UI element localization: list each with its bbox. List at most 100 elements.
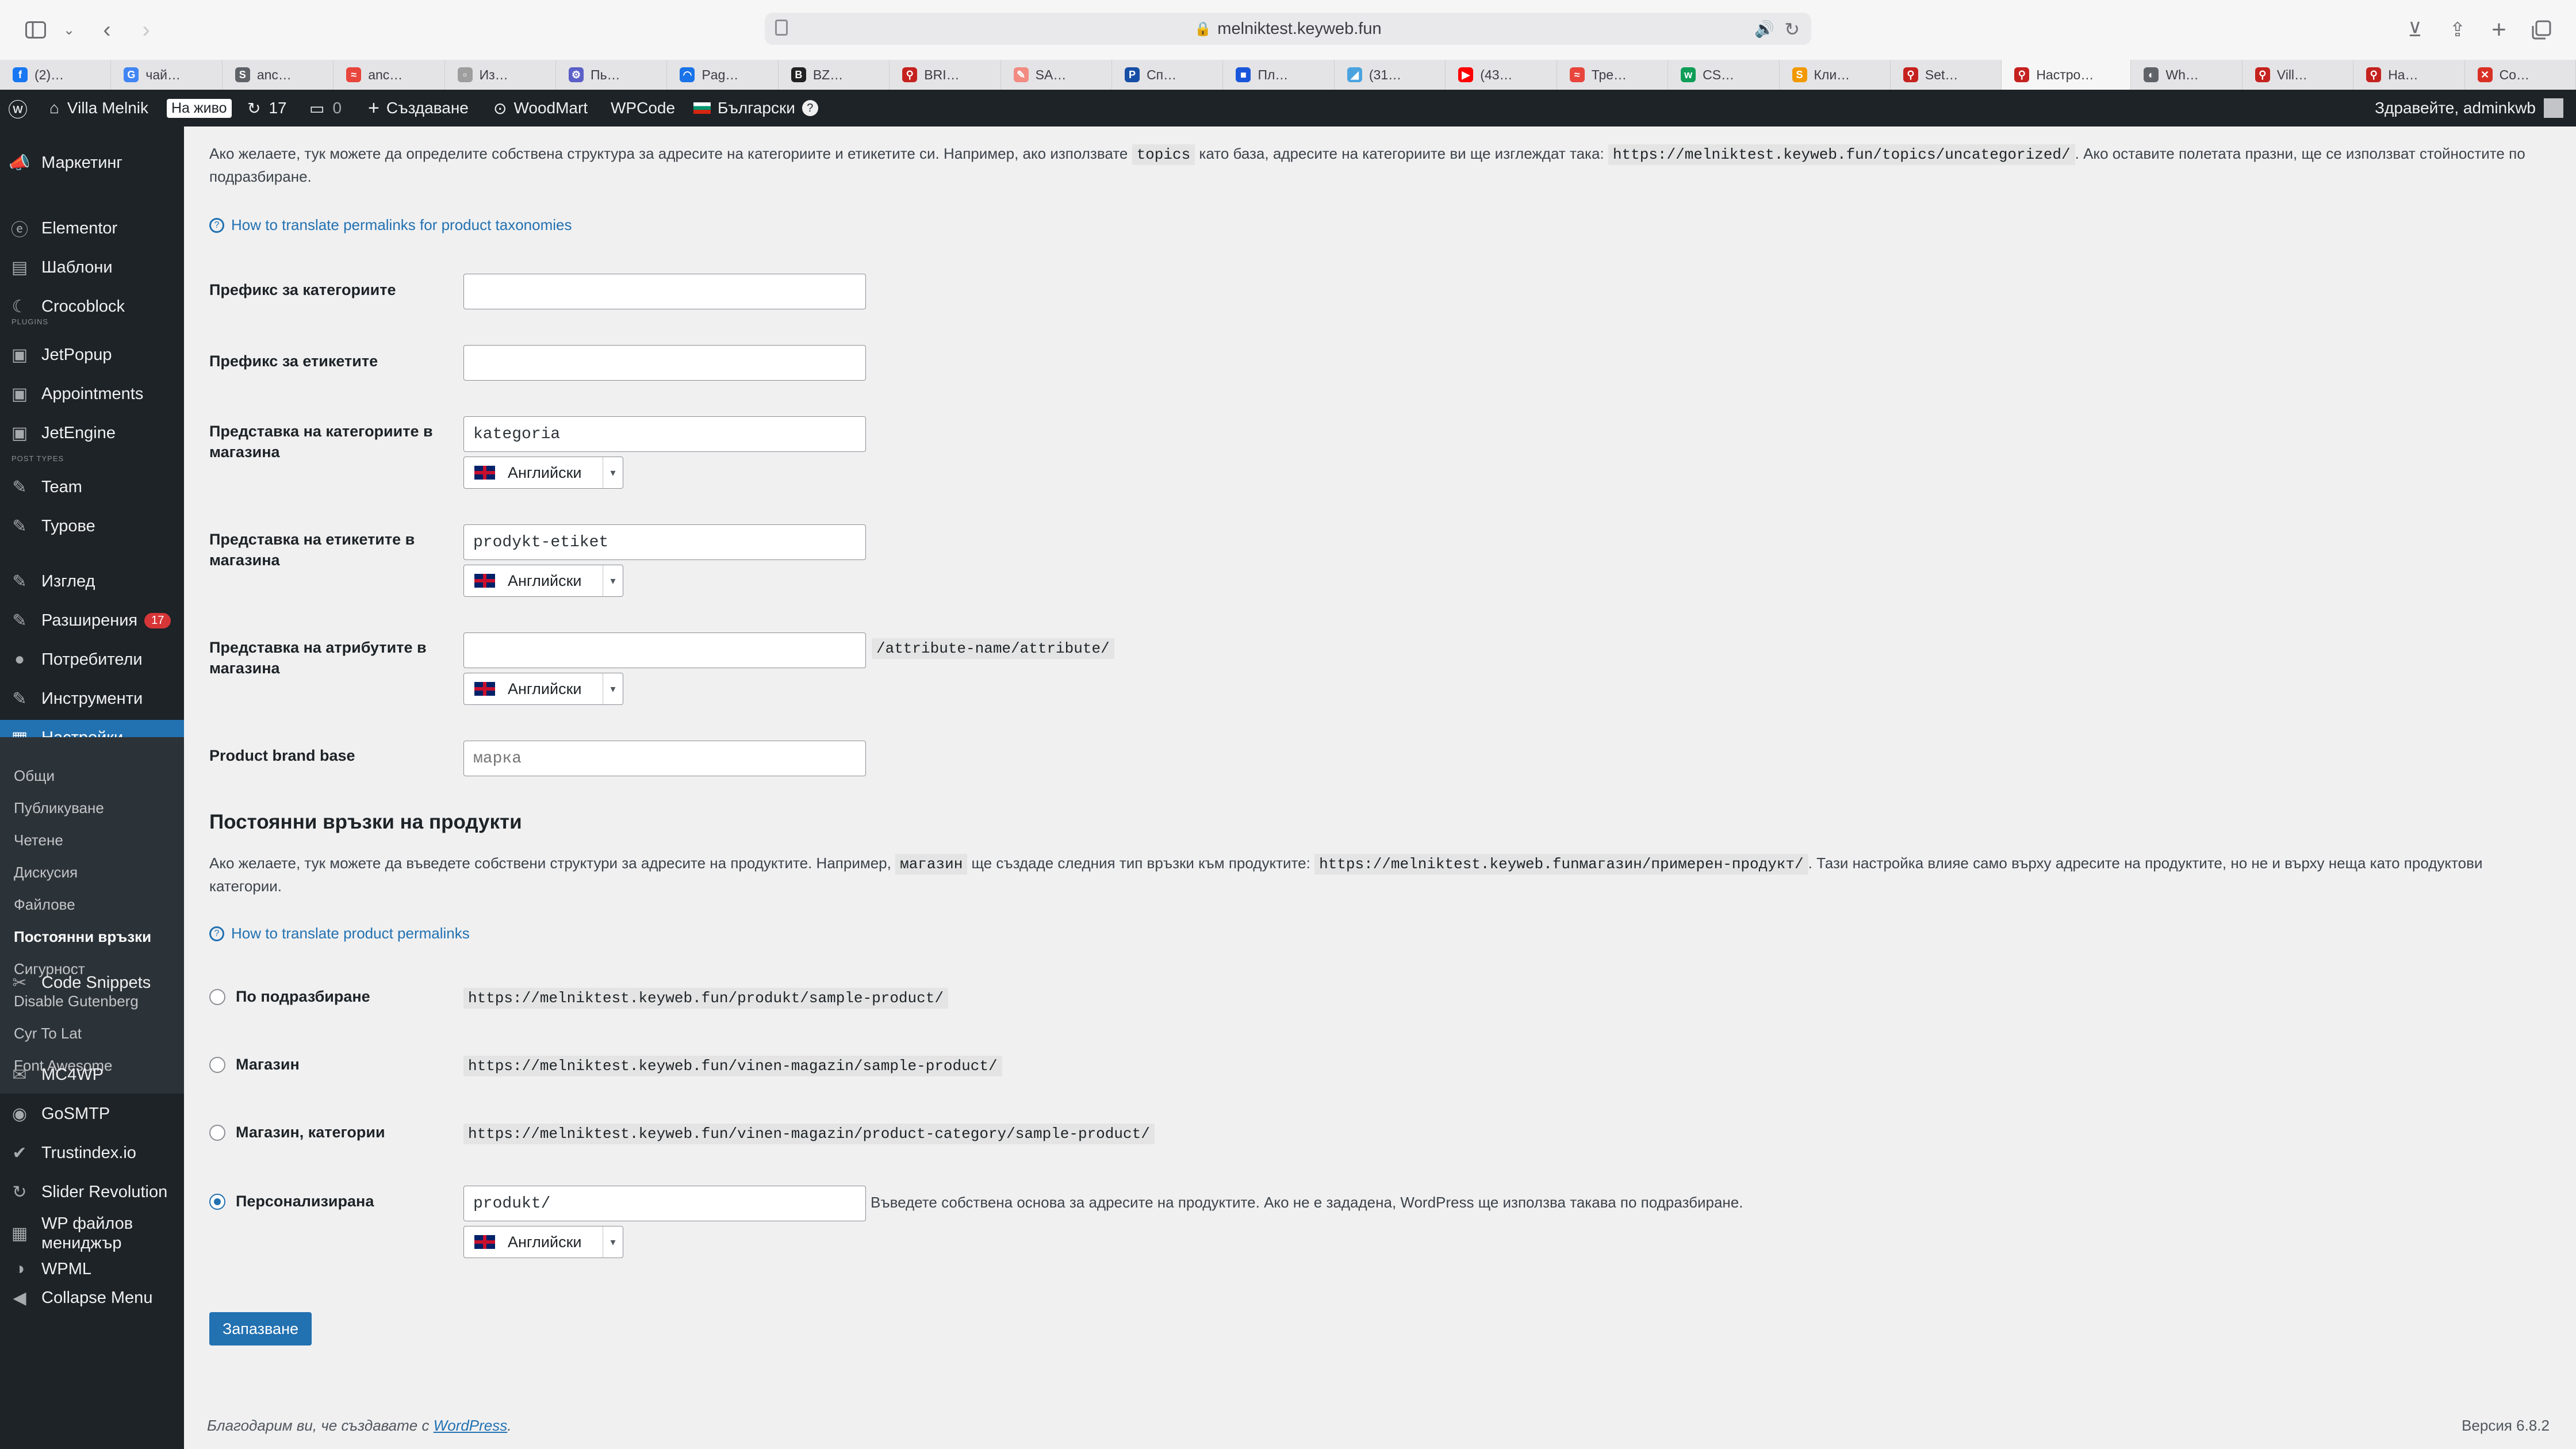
permalink-option-shop-category[interactable]: Магазин, категории — [209, 1124, 385, 1141]
product-help-link[interactable]: ? How to translate product permalinks — [209, 925, 470, 942]
product-category-language-select[interactable]: Английски ▾ — [463, 457, 623, 489]
new-content-link[interactable]: + Създаване — [368, 90, 469, 126]
updates-link[interactable]: ↻ 17 — [247, 90, 287, 126]
sidebar-item[interactable]: ✉ MC4WP — [0, 1057, 184, 1092]
sidebar-item[interactable]: ✎ Инструменти — [0, 681, 184, 716]
browser-tab[interactable]: ⚲ Настро… — [2002, 60, 2132, 90]
browser-tab[interactable]: ✕ Co… — [2465, 60, 2576, 90]
new-tab-icon[interactable]: + — [2483, 14, 2515, 46]
product-category-base-input[interactable] — [463, 416, 866, 452]
browser-tab[interactable]: w CS… — [1668, 60, 1780, 90]
product-attribute-base-input[interactable] — [463, 632, 866, 668]
category-prefix-input[interactable] — [463, 274, 866, 309]
tab-favicon-icon: ▫ — [457, 67, 473, 82]
browser-tab[interactable]: ⚲ BRI… — [890, 60, 1001, 90]
wordpress-link[interactable]: WordPress — [434, 1417, 508, 1434]
radio-shop[interactable] — [209, 1056, 225, 1073]
browser-tab[interactable]: ⚲ На… — [2353, 60, 2465, 90]
browser-tab[interactable]: ◐ Wh… — [2131, 60, 2242, 90]
sidebar-item[interactable]: ✎ Разширения 17 — [0, 603, 184, 638]
radio-default[interactable] — [209, 988, 225, 1005]
sidebar-item[interactable]: ↻ Slider Revolution — [0, 1174, 184, 1210]
product-tag-language-select[interactable]: Английски ▾ — [463, 565, 623, 597]
browser-tab[interactable]: S Кли… — [1780, 60, 1891, 90]
sidebar-item[interactable]: ✔ Trustindex.io — [0, 1135, 184, 1171]
sidebar-item[interactable]: ◉ GoSMTP — [0, 1096, 184, 1132]
tab-overview-icon[interactable] — [2525, 14, 2558, 46]
wordpress-logo-icon[interactable]: ⓦ — [8, 90, 28, 126]
sidebar-item[interactable]: ⓔ Elementor — [0, 210, 184, 246]
tag-prefix-input[interactable] — [463, 345, 866, 381]
sidebar-item[interactable]: ✎ Турове — [0, 508, 184, 544]
submenu-item[interactable]: Постоянни връзки — [14, 928, 151, 946]
browser-tab[interactable]: Sanc… — [223, 60, 334, 90]
address-bar[interactable]: 🔒 melniktest.keyweb.fun 🔊 ↻ — [765, 13, 1811, 45]
browser-tab[interactable]: ≈ anc… — [334, 60, 445, 90]
sidebar-item[interactable]: ▣ Appointments — [0, 376, 184, 412]
permalink-option-default[interactable]: По подразбиране — [209, 988, 370, 1006]
browser-tab[interactable]: ◢ (31… — [1335, 60, 1446, 90]
sidebar-item[interactable]: ▣ JetEngine — [0, 415, 184, 451]
custom-base-input[interactable] — [463, 1186, 866, 1221]
radio-shop-category[interactable] — [209, 1124, 225, 1141]
sidebar-toggle-icon[interactable] — [20, 14, 52, 46]
download-icon[interactable]: ⊻ — [2399, 14, 2431, 46]
tab-label: SA… — [1035, 67, 1067, 82]
share-icon[interactable]: ⇪ — [2441, 14, 2474, 46]
browser-tab[interactable]: ■ Пл… — [1223, 60, 1335, 90]
back-icon[interactable]: ‹ — [91, 14, 123, 46]
woodmart-icon: ⊙ — [493, 99, 507, 117]
submenu-item[interactable]: Публикуване — [14, 799, 104, 817]
product-attribute-language-select[interactable]: Английски ▾ — [463, 673, 623, 705]
brand-base-input[interactable] — [463, 741, 866, 776]
sidebar-item[interactable]: ✎ Изглед — [0, 564, 184, 599]
browser-tab[interactable]: ▫ Из… — [445, 60, 557, 90]
sidebar-item[interactable]: ◀ Collapse Menu — [0, 1280, 184, 1316]
browser-tab[interactable]: Gчай… — [111, 60, 223, 90]
radio-custom[interactable] — [209, 1193, 225, 1210]
site-name[interactable]: ⌂ Villa Melnik — [49, 90, 148, 126]
save-button[interactable]: Запазване — [209, 1312, 312, 1346]
forward-icon[interactable]: › — [130, 14, 162, 46]
taxonomy-help-link[interactable]: ? How to translate permalinks for produc… — [209, 216, 572, 234]
admin-sidebar: 📣 Маркетинг ⓔ Elementor ▤ Шаблони ☾ Crocoblock P… — [0, 126, 184, 1449]
browser-tab[interactable]: f (2)… — [0, 60, 112, 90]
sound-icon[interactable]: 🔊 — [1754, 20, 1774, 39]
browser-tab[interactable]: ▶ (43… — [1446, 60, 1557, 90]
permalink-option-shop[interactable]: Магазин — [209, 1056, 300, 1074]
submenu-item[interactable]: Файлове — [14, 896, 75, 914]
custom-base-language-select[interactable]: Английски ▾ — [463, 1226, 623, 1258]
sidebar-item[interactable]: ● Потребители — [0, 642, 184, 677]
user-greeting[interactable]: Здравейте, adminkwb — [2375, 90, 2563, 126]
tab-label: Из… — [479, 67, 508, 82]
browser-tab[interactable]: ◠ Pag… — [667, 60, 779, 90]
submenu-item[interactable]: Четене — [14, 831, 63, 849]
submenu-item[interactable]: Cyr To Lat — [14, 1025, 82, 1042]
woodmart-link[interactable]: ⊙ WoodMart — [493, 90, 588, 126]
sidebar-item[interactable]: ▤ Шаблони — [0, 250, 184, 285]
tab-favicon-icon: ✕ — [2477, 67, 2493, 82]
browser-tab[interactable]: ⚲ Vill… — [2242, 60, 2354, 90]
product-tag-base-input[interactable] — [463, 524, 866, 560]
sidebar-item[interactable]: ▣ JetPopup — [0, 337, 184, 373]
live-badge[interactable]: На живо — [167, 90, 232, 126]
browser-tab[interactable]: ≈ Тре… — [1557, 60, 1669, 90]
sidebar-item[interactable]: ✎ Team — [0, 469, 184, 505]
comments-link[interactable]: ▭ 0 — [309, 90, 342, 126]
browser-tab[interactable]: ✎ SA… — [1001, 60, 1113, 90]
submenu-item[interactable]: Дискусия — [14, 864, 78, 881]
sidebar-item[interactable]: ▦ WP файлов мениджър — [0, 1214, 184, 1252]
chevron-down-icon[interactable]: ⌄ — [53, 14, 85, 46]
browser-tab[interactable]: ⚲ Set… — [1891, 60, 2002, 90]
sidebar-item[interactable]: ✂ Code Snippets — [0, 965, 184, 1000]
browser-tab[interactable]: B BZ… — [779, 60, 890, 90]
browser-tab[interactable]: ⚙ Пь… — [556, 60, 668, 90]
permalink-option-custom[interactable]: Персонализирана — [209, 1193, 374, 1210]
language-switcher[interactable]: Български ? — [693, 90, 818, 126]
uk-flag-icon — [474, 1235, 495, 1249]
wpcode-link[interactable]: WPCode — [611, 90, 675, 126]
submenu-item[interactable]: Общи — [14, 767, 55, 785]
sidebar-item[interactable]: 📣 Маркетинг — [0, 145, 184, 181]
reload-icon[interactable]: ↻ — [1784, 18, 1800, 40]
browser-tab[interactable]: P Сп… — [1112, 60, 1224, 90]
